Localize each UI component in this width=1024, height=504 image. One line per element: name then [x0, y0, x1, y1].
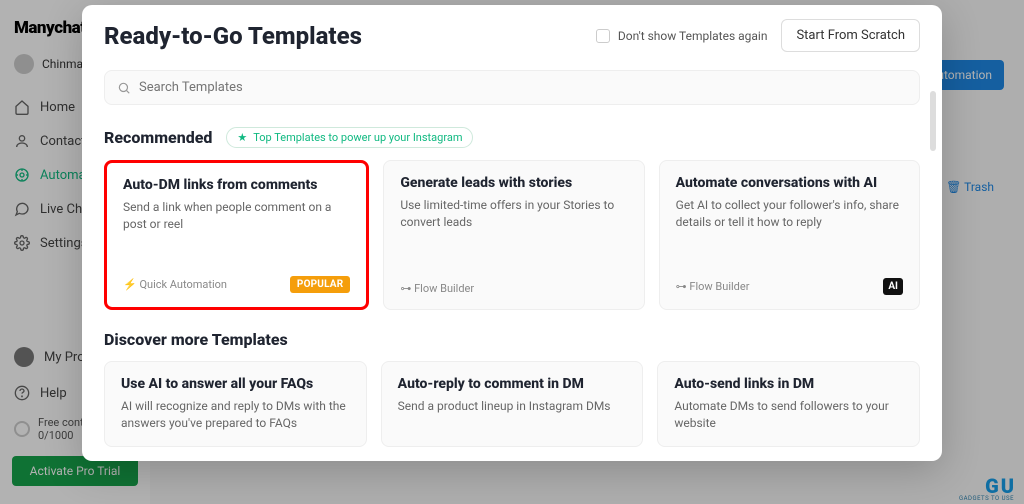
template-card-auto-send[interactable]: Auto-send links in DM Automate DMs to se… [657, 361, 920, 447]
star-icon: ★ [237, 131, 247, 144]
card-desc: Send a product lineup in Instagram DMs [398, 398, 627, 415]
start-from-scratch-button[interactable]: Start From Scratch [781, 19, 920, 52]
recommended-heading: Recommended [104, 128, 212, 147]
search-input[interactable] [139, 80, 907, 95]
card-title: Automate conversations with AI [676, 175, 903, 191]
watermark-text: GADGETS TO USE [959, 495, 1014, 502]
dont-show-label: Don't show Templates again [618, 29, 768, 43]
card-desc: AI will recognize and reply to DMs with … [121, 398, 350, 432]
template-card-auto-reply[interactable]: Auto-reply to comment in DM Send a produ… [381, 361, 644, 447]
modal-title: Ready-to-Go Templates [104, 22, 362, 50]
checkbox-icon [596, 29, 610, 43]
card-desc: Send a link when people comment on a pos… [123, 199, 350, 233]
card-footer-label: ⚡ Quick Automation [123, 278, 227, 291]
card-title: Generate leads with stories [400, 175, 627, 191]
card-title: Auto-reply to comment in DM [398, 376, 627, 392]
modal-overlay: ✕ Ready-to-Go Templates Don't show Templ… [0, 0, 1024, 504]
template-card-automate-ai[interactable]: Automate conversations with AI Get AI to… [659, 160, 920, 310]
card-desc: Get AI to collect your follower's info, … [676, 197, 903, 231]
promo-text: Top Templates to power up your Instagram [253, 131, 462, 144]
template-card-faq-ai[interactable]: Use AI to answer all your FAQs AI will r… [104, 361, 367, 447]
card-footer-label: ⊶ Flow Builder [676, 280, 750, 293]
discover-heading: Discover more Templates [104, 330, 288, 349]
card-title: Auto-send links in DM [674, 376, 903, 392]
templates-modal: ✕ Ready-to-Go Templates Don't show Templ… [82, 5, 942, 461]
template-card-auto-dm[interactable]: Auto-DM links from comments Send a link … [104, 160, 369, 310]
template-card-generate-leads[interactable]: Generate leads with stories Use limited-… [383, 160, 644, 310]
card-desc: Use limited-time offers in your Stories … [400, 197, 627, 231]
dont-show-checkbox[interactable]: Don't show Templates again [596, 29, 768, 43]
promo-pill[interactable]: ★ Top Templates to power up your Instagr… [226, 127, 473, 148]
ai-badge: AI [883, 278, 903, 295]
card-title: Auto-DM links from comments [123, 177, 350, 193]
card-title: Use AI to answer all your FAQs [121, 376, 350, 392]
card-desc: Automate DMs to send followers to your w… [674, 398, 903, 432]
popular-badge: POPULAR [290, 276, 350, 293]
card-footer-label: ⊶ Flow Builder [400, 282, 474, 295]
search-box[interactable] [104, 70, 920, 105]
scrollbar[interactable] [930, 91, 936, 151]
search-icon [117, 81, 131, 95]
